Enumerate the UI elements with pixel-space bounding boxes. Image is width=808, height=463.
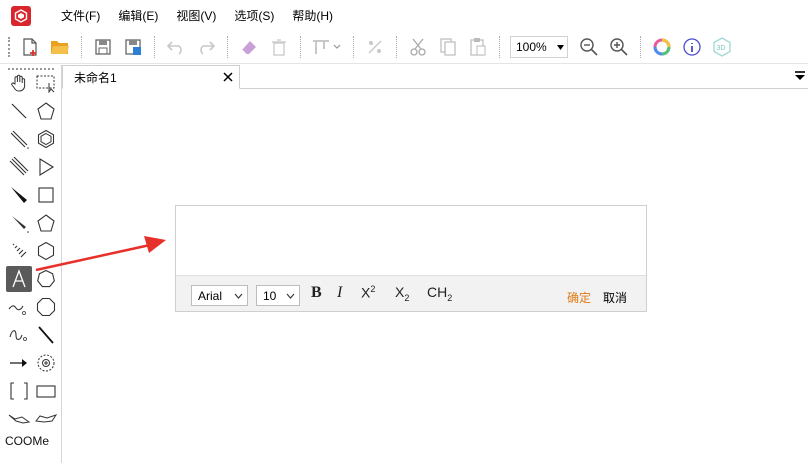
heptagon-icon[interactable]: [33, 266, 59, 292]
align-icon[interactable]: [309, 34, 345, 60]
menu-options[interactable]: 选项(S): [234, 7, 274, 24]
save-as-icon[interactable]: [120, 34, 146, 60]
document-tabbar: 未命名1: [62, 65, 808, 89]
bold-bond-icon[interactable]: [33, 322, 59, 348]
menu-file[interactable]: 文件(F): [61, 7, 100, 24]
document-tab-label: 未命名1: [74, 70, 117, 85]
bracket-icon[interactable]: [6, 378, 32, 404]
new-file-icon[interactable]: [17, 34, 43, 60]
text-editor-popup: Arial 10 B I X2 X2 CH2 确定 取消: [175, 205, 647, 312]
bold-wedge-icon[interactable]: [6, 210, 32, 236]
toolbar-separator: [300, 36, 301, 58]
octagon-icon[interactable]: [33, 294, 59, 320]
zoom-in-icon[interactable]: [606, 34, 632, 60]
text-tool-icon[interactable]: [6, 266, 32, 292]
eraser-icon[interactable]: [236, 34, 262, 60]
cut-icon[interactable]: [405, 34, 431, 60]
toolbar-separator: [154, 36, 155, 58]
font-family-select[interactable]: Arial: [191, 285, 248, 306]
italic-button[interactable]: I: [337, 284, 342, 302]
formula-sub: 2: [447, 292, 453, 303]
double-bond-icon[interactable]: [6, 126, 32, 152]
menu-edit[interactable]: 编辑(E): [118, 7, 158, 24]
app-logo-icon[interactable]: [11, 5, 31, 26]
toolbar-separator: [227, 36, 228, 58]
wedge-bond-icon[interactable]: [6, 182, 32, 208]
menubar: 文件(F) 编辑(E) 视图(V) 选项(S) 帮助(H): [0, 0, 808, 31]
zoom-out-icon[interactable]: [576, 34, 602, 60]
paste-icon[interactable]: [465, 34, 491, 60]
save-icon[interactable]: [90, 34, 116, 60]
zoom-value: 100%: [516, 40, 547, 54]
zoom-select[interactable]: 100%: [510, 36, 568, 58]
pentagon-ring-icon[interactable]: [33, 98, 59, 124]
text-input-area[interactable]: [176, 206, 646, 276]
hand-tool-icon[interactable]: [6, 70, 32, 96]
flip-icon[interactable]: [362, 34, 388, 60]
delete-icon[interactable]: [266, 34, 292, 60]
hash-bond-icon[interactable]: [6, 238, 32, 264]
tool-palette: COOMe: [0, 65, 62, 463]
3d-icon[interactable]: 3D: [709, 34, 735, 60]
tab-list-icon[interactable]: [794, 70, 806, 82]
superscript-button[interactable]: X2: [361, 284, 375, 301]
bold-button[interactable]: B: [311, 284, 322, 302]
menu-help[interactable]: 帮助(H): [292, 7, 333, 24]
font-size-value: 10: [263, 288, 277, 303]
toolbar-separator: [640, 36, 641, 58]
triple-bond-icon[interactable]: [6, 154, 32, 180]
chevron-down-icon: [557, 44, 564, 50]
arrow-tool-icon[interactable]: [6, 350, 32, 376]
boat-shape-icon[interactable]: [33, 406, 59, 432]
superscript-sup: 2: [370, 284, 376, 294]
chair-shape-icon[interactable]: [6, 406, 32, 432]
undo-icon[interactable]: [163, 34, 189, 60]
toolbar-separator: [81, 36, 82, 58]
orbital-icon[interactable]: [33, 350, 59, 376]
svg-text:3D: 3D: [717, 45, 726, 52]
open-folder-icon[interactable]: [47, 34, 73, 60]
chevron-down-icon: [234, 293, 243, 299]
subscript-sub: 2: [404, 292, 410, 303]
group-label-tool[interactable]: COOMe: [5, 434, 49, 448]
benzene-ring-icon[interactable]: [33, 126, 59, 152]
wavy-bond-icon[interactable]: [6, 294, 32, 320]
formula-button[interactable]: CH2: [427, 284, 452, 303]
toolbar-grip[interactable]: [8, 37, 11, 57]
font-size-select[interactable]: 10: [256, 285, 300, 306]
confirm-button[interactable]: 确定: [567, 289, 591, 306]
curve-icon[interactable]: [6, 322, 32, 348]
subscript-base: X: [395, 284, 405, 300]
document-tab[interactable]: 未命名1: [62, 65, 240, 89]
triangle-icon[interactable]: [33, 154, 59, 180]
subscript-button[interactable]: X2: [395, 284, 409, 303]
rectangle-icon[interactable]: [33, 378, 59, 404]
color-icon[interactable]: [649, 34, 675, 60]
cancel-button[interactable]: 取消: [603, 289, 627, 306]
formula-base: CH: [427, 284, 448, 300]
info-icon[interactable]: [679, 34, 705, 60]
close-icon[interactable]: [223, 72, 233, 82]
hexagon-icon[interactable]: [33, 238, 59, 264]
format-toolbar: Arial 10 B I X2 X2 CH2 确定 取消: [176, 276, 646, 311]
copy-icon[interactable]: [435, 34, 461, 60]
square-icon[interactable]: [33, 182, 59, 208]
select-rect-icon[interactable]: [33, 70, 59, 96]
pentagon-icon[interactable]: [33, 210, 59, 236]
superscript-base: X: [361, 284, 371, 301]
single-bond-icon[interactable]: [6, 98, 32, 124]
toolbar: 100% 3D: [0, 31, 808, 64]
menu-view[interactable]: 视图(V): [176, 7, 216, 24]
chevron-down-icon: [286, 293, 295, 299]
toolbar-separator: [353, 36, 354, 58]
redo-icon[interactable]: [193, 34, 219, 60]
toolbar-separator: [499, 36, 500, 58]
toolbar-separator: [396, 36, 397, 58]
font-family-value: Arial: [198, 288, 223, 303]
